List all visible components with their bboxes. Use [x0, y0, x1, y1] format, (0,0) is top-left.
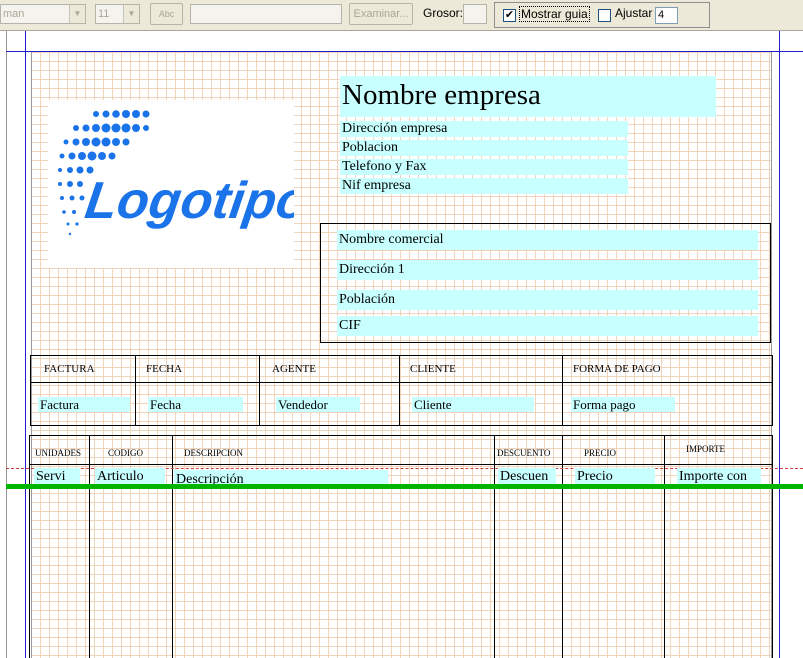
invoice-header-divider [30, 382, 773, 383]
font-name-select[interactable]: man ▼ [0, 4, 86, 24]
logo-dots-icon: Logotipo [58, 110, 312, 236]
factura-field[interactable]: Factura [38, 397, 130, 412]
header-descuento: DESCUENTO [497, 448, 551, 458]
fecha-field[interactable]: Fecha [148, 397, 243, 412]
band-splitter-handle[interactable] [6, 484, 803, 489]
client-commercial-name-field[interactable]: Nombre comercial [337, 230, 758, 250]
importe-field[interactable]: Importe con [677, 468, 761, 485]
examinar-button[interactable]: Examinar... [349, 3, 413, 25]
vendedor-field[interactable]: Vendedor [276, 397, 360, 412]
header-factura: FACTURA [44, 363, 95, 375]
path-field[interactable] [190, 4, 342, 24]
chevron-down-icon[interactable]: ▼ [69, 5, 85, 23]
mostrar-guia-checkbox[interactable]: ✔ [503, 9, 516, 22]
grosor-label: Grosor: [423, 6, 464, 20]
logo-text: Logotipo [82, 172, 294, 230]
header-importe: IMPORTE [686, 444, 725, 454]
font-name-value: man [3, 8, 25, 20]
column-divider [562, 355, 563, 426]
cliente-field[interactable]: Cliente [412, 397, 534, 412]
font-size-select[interactable]: 11 ▼ [95, 4, 140, 24]
column-divider [259, 355, 260, 426]
ajustar-checkbox[interactable] [598, 9, 611, 22]
column-divider [135, 355, 136, 426]
toolbar: man ▼ 11 ▼ Abc Examinar... Grosor: ✔ Mos… [0, 0, 803, 31]
font-size-value: 11 [98, 8, 110, 20]
forma-pago-field[interactable]: Forma pago [571, 397, 675, 412]
header-precio: PRECIO [584, 448, 617, 458]
precio-field[interactable]: Precio [575, 468, 655, 485]
invoice-header-table[interactable] [30, 355, 773, 426]
header-forma-pago: FORMA DE PAGO [573, 363, 661, 375]
client-city-field[interactable]: Población [337, 290, 758, 310]
header-agente: AGENTE [272, 363, 316, 375]
client-address-field[interactable]: Dirección 1 [337, 260, 758, 280]
ajustar-label: Ajustar [615, 6, 653, 20]
company-name-field[interactable]: Nombre empresa [340, 76, 716, 117]
page-edge-left [6, 31, 7, 658]
company-address-field[interactable]: Dirección empresa [340, 121, 628, 137]
chevron-down-icon[interactable]: ▼ [123, 5, 139, 23]
company-nif-field[interactable]: Nif empresa [340, 178, 628, 194]
header-cliente: CLIENTE [410, 363, 456, 375]
column-divider [399, 355, 400, 426]
unidades-field[interactable]: Servi [34, 468, 80, 485]
header-codigo: CODIGO [108, 448, 143, 458]
header-descripcion: DESCRIPCION [184, 448, 244, 458]
grosor-field[interactable] [463, 4, 487, 24]
company-phone-field[interactable]: Telefono y Fax [340, 159, 628, 175]
header-unidades: UNIDADES [35, 448, 81, 458]
header-fecha: FECHA [146, 363, 183, 375]
guide-left[interactable] [25, 31, 26, 658]
descuento-field[interactable]: Descuen [498, 468, 556, 485]
lines-header-divider [29, 464, 773, 465]
logo[interactable]: Logotipo [48, 100, 312, 268]
articulo-field[interactable]: Articulo [95, 468, 165, 485]
guide-top[interactable] [6, 51, 803, 52]
company-city-field[interactable]: Poblacion [340, 140, 628, 156]
guide-right[interactable] [779, 31, 780, 658]
ajustar-input[interactable]: 4 [655, 7, 678, 24]
font-preview-button[interactable]: Abc [150, 3, 183, 25]
mostrar-guia-label[interactable]: Mostrar guia [519, 6, 590, 22]
client-cif-field[interactable]: CIF [337, 316, 758, 336]
